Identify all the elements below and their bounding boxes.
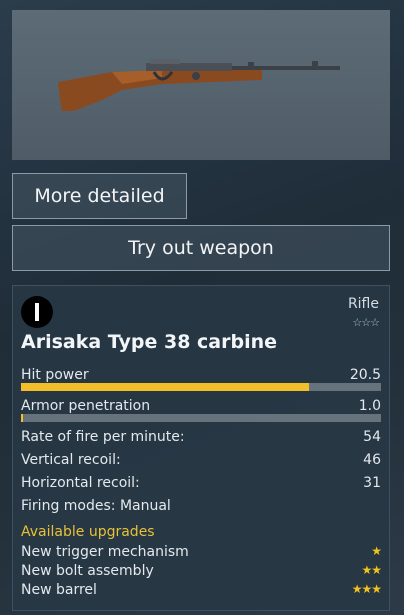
- stat-value: 20.5: [349, 367, 381, 383]
- upgrade-label: New barrel: [21, 582, 97, 598]
- star-icon: ★★: [361, 563, 381, 577]
- weapon-preview: [12, 10, 390, 160]
- tier-stars: ☆☆☆: [352, 316, 380, 329]
- weapon-stats-card: Rifle ☆☆☆ Arisaka Type 38 carbine Hit po…: [12, 285, 390, 611]
- stat-label: Hit power: [21, 367, 89, 383]
- upgrade-label: New trigger mechanism: [21, 544, 189, 560]
- hit-power-bar-fill: [21, 383, 309, 391]
- upgrades-title: Available upgrades: [21, 524, 155, 540]
- star-icon: ★: [371, 544, 382, 558]
- star-icon: ★★★: [351, 582, 382, 596]
- stat-value: 54: [363, 429, 381, 445]
- nation-emblem-icon: [21, 296, 53, 328]
- more-detailed-button[interactable]: More detailed: [12, 173, 187, 219]
- weapon-class: Rifle: [347, 296, 379, 312]
- stat-label: Vertical recoil:: [21, 452, 121, 468]
- stat-label: Horizontal recoil:: [21, 475, 140, 491]
- try-out-weapon-button[interactable]: Try out weapon: [12, 225, 390, 271]
- stat-label: Armor penetration: [21, 398, 151, 414]
- hit-power-bar: [21, 383, 381, 391]
- upgrade-label: New bolt assembly: [21, 563, 154, 579]
- stat-value: 1.0: [358, 398, 381, 414]
- armor-penetration-bar-fill: [21, 414, 23, 422]
- stat-label: Rate of fire per minute:: [21, 429, 185, 445]
- weapon-name: Arisaka Type 38 carbine: [21, 331, 278, 353]
- armor-penetration-bar: [21, 414, 381, 422]
- stat-value: 46: [363, 452, 381, 468]
- stat-label: Firing modes: Manual: [21, 498, 171, 514]
- rifle-image: [58, 59, 340, 111]
- stat-value: 31: [363, 475, 381, 491]
